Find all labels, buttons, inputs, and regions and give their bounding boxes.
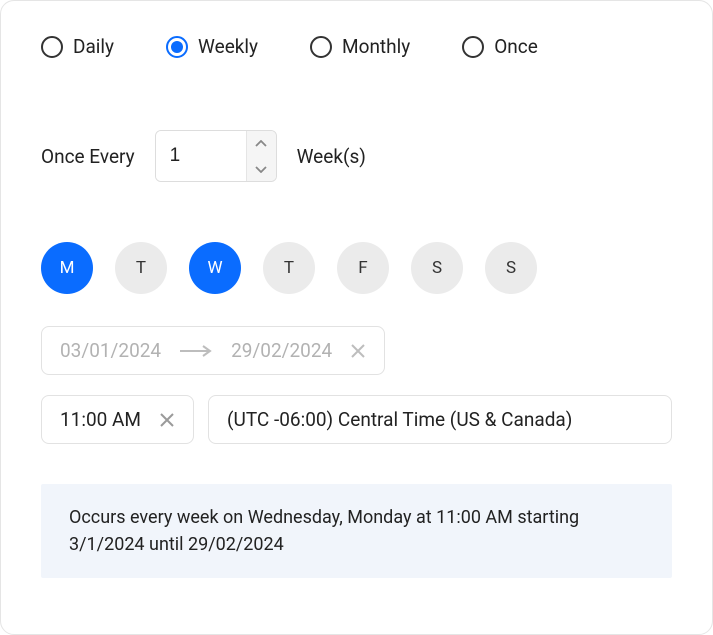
schedule-editor: Daily Weekly Monthly Once Once Every — [0, 0, 713, 635]
day-chip-fri[interactable]: F — [337, 242, 389, 294]
frequency-radio-group: Daily Weekly Monthly Once — [41, 35, 672, 58]
radio-icon — [41, 36, 63, 58]
frequency-label: Once — [494, 35, 538, 58]
date-range-picker[interactable]: 03/01/2024 29/02/2024 — [41, 326, 385, 375]
timezone-label: (UTC -06:00) Central Time (US & Canada) — [227, 408, 572, 431]
interval-input[interactable] — [156, 131, 246, 181]
day-chip-sat[interactable]: S — [411, 242, 463, 294]
frequency-label: Weekly — [198, 35, 258, 58]
stepper-buttons — [246, 131, 276, 181]
clear-date-range-button[interactable] — [350, 343, 366, 359]
chevron-down-icon — [255, 165, 267, 173]
time-value: 11:00 AM — [60, 408, 141, 431]
interval-suffix: Week(s) — [297, 145, 366, 168]
frequency-option-weekly[interactable]: Weekly — [166, 35, 258, 58]
interval-prefix: Once Every — [41, 145, 135, 168]
frequency-label: Daily — [73, 35, 114, 58]
frequency-option-monthly[interactable]: Monthly — [310, 35, 410, 58]
frequency-option-once[interactable]: Once — [462, 35, 538, 58]
schedule-summary-text: Occurs every week on Wednesday, Monday a… — [69, 507, 579, 555]
day-chip-thu[interactable]: T — [263, 242, 315, 294]
interval-stepper — [155, 130, 277, 182]
radio-icon — [310, 36, 332, 58]
date-range-start: 03/01/2024 — [60, 339, 161, 362]
frequency-option-daily[interactable]: Daily — [41, 35, 114, 58]
close-icon — [159, 412, 175, 428]
day-of-week-selector: M T W T F S S — [41, 242, 672, 294]
day-chip-mon[interactable]: M — [41, 242, 93, 294]
timezone-picker[interactable]: (UTC -06:00) Central Time (US & Canada) — [208, 395, 672, 444]
day-chip-wed[interactable]: W — [189, 242, 241, 294]
schedule-summary: Occurs every week on Wednesday, Monday a… — [41, 484, 672, 578]
stepper-down-button[interactable] — [247, 156, 276, 181]
radio-icon — [166, 36, 188, 58]
arrow-right-icon — [179, 345, 213, 357]
day-chip-sun[interactable]: S — [485, 242, 537, 294]
day-chip-tue[interactable]: T — [115, 242, 167, 294]
time-picker[interactable]: 11:00 AM — [41, 395, 194, 444]
frequency-label: Monthly — [342, 35, 410, 58]
stepper-up-button[interactable] — [247, 131, 276, 156]
interval-row: Once Every Week(s) — [41, 130, 672, 182]
clear-time-button[interactable] — [159, 412, 175, 428]
close-icon — [350, 343, 366, 359]
chevron-up-icon — [255, 140, 267, 148]
time-row: 11:00 AM (UTC -06:00) Central Time (US &… — [41, 395, 672, 444]
date-range-end: 29/02/2024 — [231, 339, 332, 362]
radio-icon — [462, 36, 484, 58]
